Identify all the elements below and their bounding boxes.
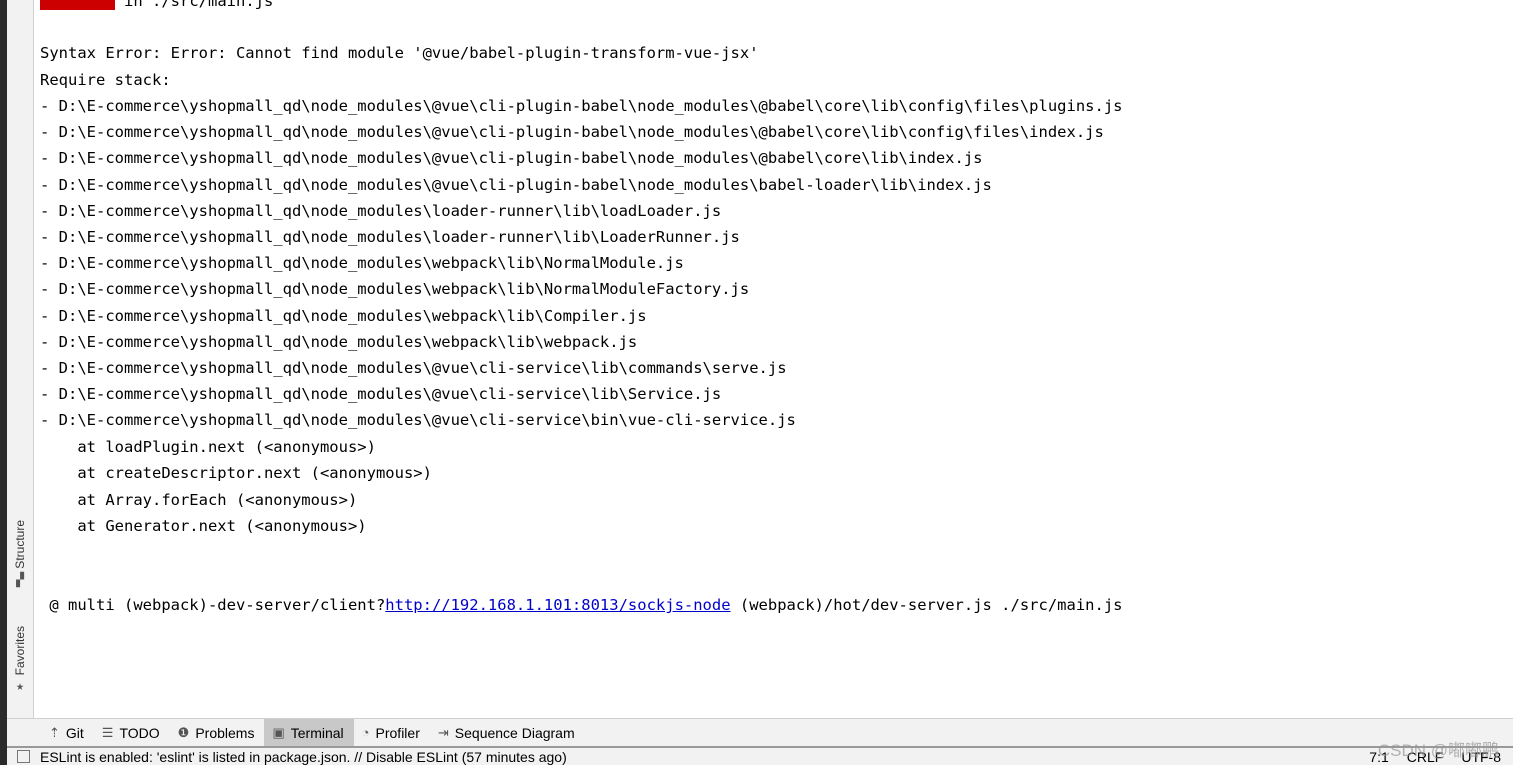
stack-line: - D:\E-commerce\yshopmall_qd\node_module… <box>40 280 750 299</box>
terminal-output[interactable]: error in ./src/main.js Syntax Error: Err… <box>34 0 1513 718</box>
stack-line: - D:\E-commerce\yshopmall_qd\node_module… <box>40 123 1104 142</box>
status-message[interactable]: ESLint is enabled: 'eslint' is listed in… <box>40 749 1369 765</box>
tool-tab-label: Terminal <box>290 724 344 741</box>
tool-tab-profiler[interactable]: ◔ Profiler <box>354 719 430 747</box>
side-tab-structure[interactable]: Structure ▞ <box>7 520 33 588</box>
require-stack-label: Require stack: <box>40 71 171 89</box>
tool-tab-label: Sequence Diagram <box>454 724 575 741</box>
error-message: Syntax Error: Error: Cannot find module … <box>40 44 759 62</box>
error-header: error in ./src/main.js <box>40 0 273 10</box>
status-toggle-icon[interactable] <box>17 750 30 763</box>
multi-suffix: (webpack)/hot/dev-server.js ./src/main.j… <box>730 596 1123 614</box>
stack-line: - D:\E-commerce\yshopmall_qd\node_module… <box>40 97 1123 115</box>
side-tab-structure-label: Structure <box>13 520 27 569</box>
error-header-text: in ./src/main.js <box>114 0 274 10</box>
stack-line: - D:\E-commerce\yshopmall_qd\node_module… <box>40 149 983 168</box>
left-tool-strip <box>7 0 34 718</box>
tool-tab-terminal[interactable]: ▣ Terminal <box>264 718 354 747</box>
watermark: CSDN @嘟嘟鹏 <box>1377 741 1499 760</box>
tool-tab-label: Problems <box>195 724 255 741</box>
side-tab-favorites-label: Favorites <box>13 626 27 676</box>
call-stack-line: at Generator.next (<anonymous>) <box>40 516 367 535</box>
tool-tab-git[interactable]: ⇡ Git <box>41 719 94 747</box>
stack-line: - D:\E-commerce\yshopmall_qd\node_module… <box>40 332 638 351</box>
call-stack-line: at loadPlugin.next (<anonymous>) <box>40 438 376 456</box>
stack-line: - D:\E-commerce\yshopmall_qd\node_module… <box>40 411 796 430</box>
sockjs-link[interactable]: http://192.168.1.101:8013/sockjs-node <box>385 596 730 614</box>
todo-icon: ☰ <box>101 724 114 740</box>
call-stack-line: at createDescriptor.next (<anonymous>) <box>40 464 432 483</box>
tool-tab-label: Git <box>65 724 84 741</box>
tool-tab-sequence-diagram[interactable]: ⇥ Sequence Diagram <box>430 719 585 747</box>
structure-icon: ▞ <box>16 572 24 588</box>
status-bar: ESLint is enabled: 'eslint' is listed in… <box>7 746 1513 765</box>
window-edge <box>0 0 7 765</box>
multi-prefix: @ multi (webpack)-dev-server/client? <box>40 596 386 614</box>
profiler-icon: ◔ <box>361 725 370 740</box>
stack-line: - D:\E-commerce\yshopmall_qd\node_module… <box>40 359 787 377</box>
side-tab-favorites[interactable]: Favorites ★ <box>7 626 33 694</box>
tool-tab-problems[interactable]: ❶ Problems <box>170 719 265 747</box>
stack-line: - D:\E-commerce\yshopmall_qd\node_module… <box>40 201 722 220</box>
terminal-icon: ▣ <box>272 724 285 740</box>
stack-line: - D:\E-commerce\yshopmall_qd\node_module… <box>40 306 647 325</box>
error-badge: error <box>40 0 115 10</box>
call-stack-line: at Array.forEach (<anonymous>) <box>40 490 358 509</box>
tool-window-bar: ⇡ Git ☰ TODO ❶ Problems ▣ Terminal ◔ Profiler ⇥ Seq… <box>7 718 1513 747</box>
tool-tab-todo[interactable]: ☰ TODO <box>94 719 170 747</box>
problems-icon: ❶ <box>177 724 190 740</box>
stack-line: - D:\E-commerce\yshopmall_qd\node_module… <box>40 228 740 246</box>
stack-line: - D:\E-commerce\yshopmall_qd\node_module… <box>40 254 684 273</box>
star-icon: ★ <box>16 679 24 695</box>
stack-line: - D:\E-commerce\yshopmall_qd\node_module… <box>40 385 722 404</box>
multi-line: @ multi (webpack)-dev-server/client?http… <box>40 596 1123 614</box>
sequence-diagram-icon: ⇥ <box>437 724 449 740</box>
stack-line: - D:\E-commerce\yshopmall_qd\node_module… <box>40 175 992 194</box>
tool-tab-label: TODO <box>119 724 160 741</box>
git-icon: ⇡ <box>49 724 60 740</box>
tool-tab-label: Profiler <box>375 724 420 741</box>
